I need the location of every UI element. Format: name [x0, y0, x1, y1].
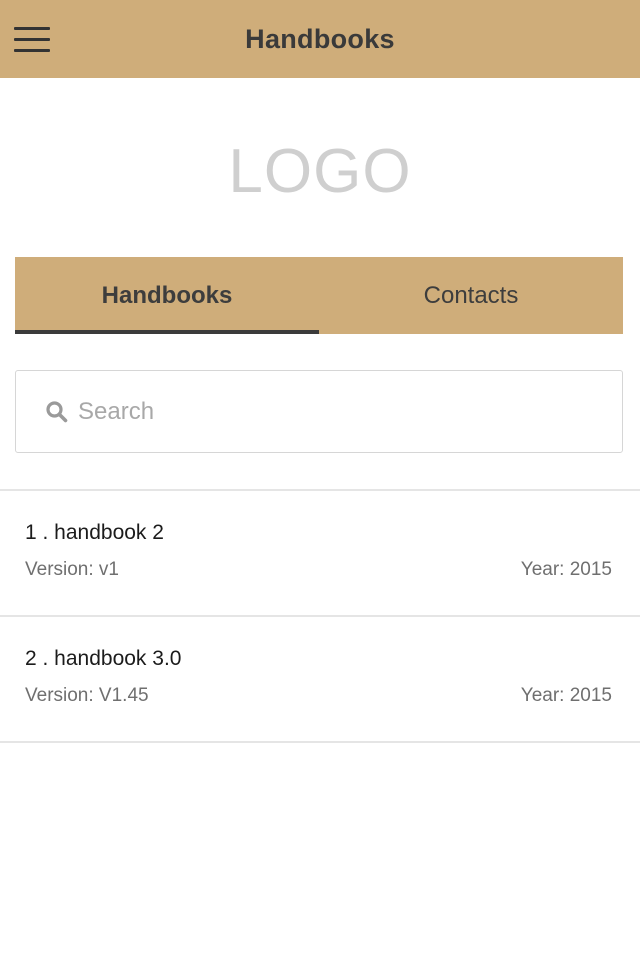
tab-bar: Handbooks Contacts — [15, 257, 623, 334]
search-box[interactable] — [15, 370, 623, 453]
top-app-bar: Handbooks — [0, 0, 640, 78]
tab-handbooks[interactable]: Handbooks — [15, 257, 319, 334]
handbook-version: Version: V1.45 — [25, 685, 149, 706]
tab-contacts[interactable]: Contacts — [319, 257, 623, 334]
list-item[interactable]: 2 . handbook 3.0 Version: V1.45 Year: 20… — [0, 617, 640, 743]
hamburger-menu-icon[interactable] — [10, 19, 54, 59]
list-item[interactable]: 1 . handbook 2 Version: v1 Year: 2015 — [0, 491, 640, 617]
menu-line — [14, 26, 50, 30]
handbook-year: Year: 2015 — [520, 685, 612, 706]
page-title: Handbooks — [245, 23, 395, 54]
menu-line — [14, 37, 50, 41]
handbook-list: 1 . handbook 2 Version: v1 Year: 2015 2 … — [0, 489, 640, 743]
handbook-meta: Version: v1 Year: 2015 — [25, 559, 612, 581]
handbook-title: 1 . handbook 2 — [25, 521, 164, 544]
logo: LOGO — [228, 137, 412, 206]
app-screen: Handbooks LOGO Handbooks Contacts 1 . ha… — [0, 0, 640, 960]
menu-line — [14, 48, 50, 52]
handbook-year: Year: 2015 — [520, 559, 612, 580]
search-icon — [46, 400, 68, 422]
handbook-title: 2 . handbook 3.0 — [25, 647, 182, 670]
handbook-meta: Version: V1.45 Year: 2015 — [25, 685, 612, 707]
handbook-version: Version: v1 — [25, 559, 119, 580]
search-input[interactable] — [78, 397, 598, 426]
